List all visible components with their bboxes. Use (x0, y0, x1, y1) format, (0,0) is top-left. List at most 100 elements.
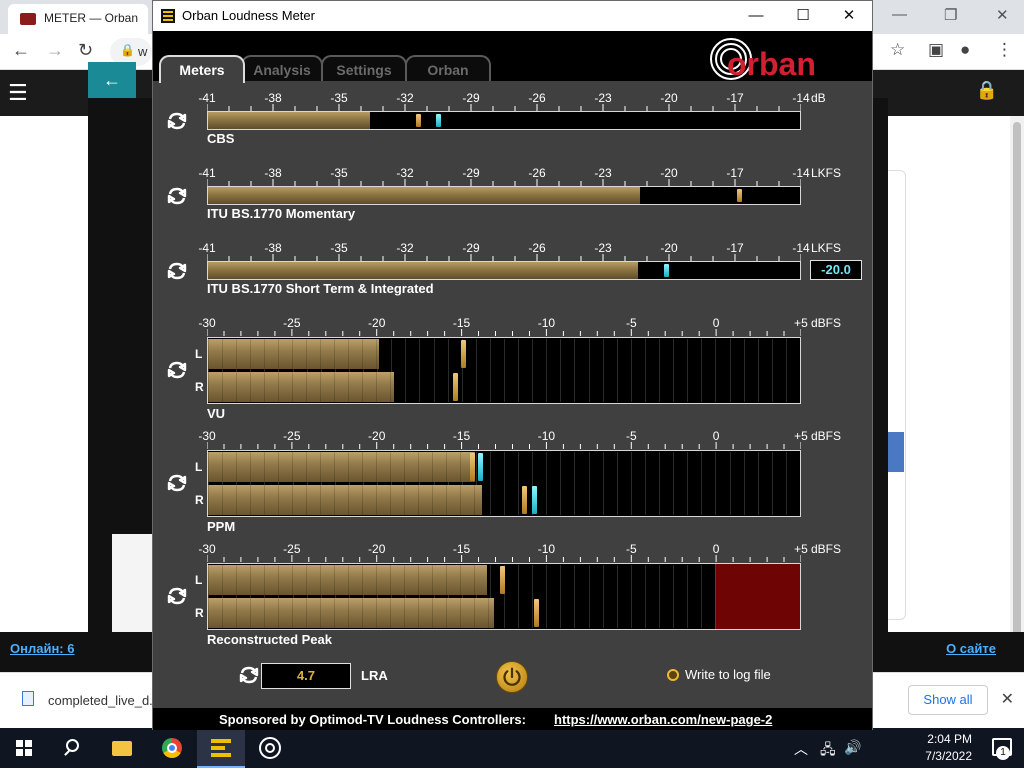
scale-tick-label: -23 (594, 241, 612, 255)
search-button[interactable] (48, 728, 96, 768)
peak-marker (736, 189, 742, 202)
page-scrollbar[interactable] (1010, 116, 1024, 672)
meter-unit: dB (811, 91, 826, 105)
hamburger-menu-icon[interactable]: ☰ (8, 80, 28, 106)
meter-unit: dBFS (811, 429, 842, 443)
left-channel-fill (208, 339, 379, 369)
scrollbar-thumb[interactable] (1013, 122, 1021, 652)
meter-reset-icon[interactable] (167, 111, 187, 131)
log-file-label[interactable]: Write to log file (685, 667, 771, 682)
scale-tick-label: -26 (528, 91, 546, 105)
right-channel-fill (208, 372, 395, 402)
meter-reset-icon[interactable] (167, 261, 187, 281)
peak-marker (461, 340, 467, 368)
scale-tick-label: -20 (368, 542, 386, 556)
stereo-meter-reset-icon[interactable] (167, 586, 187, 606)
file-explorer-taskbar-button[interactable] (98, 728, 146, 768)
maximize-button[interactable]: ☐ (780, 1, 826, 31)
tab-orban[interactable]: Orban (405, 55, 491, 81)
browser-menu-icon[interactable]: ⋮ (996, 40, 1013, 60)
meter-reset-icon[interactable] (167, 186, 187, 206)
orban-taskbar-button[interactable] (246, 728, 294, 768)
scale-tick-label: 0 (712, 429, 720, 443)
tab-meters[interactable]: Meters (159, 55, 245, 83)
about-link[interactable]: О сайте (946, 641, 996, 656)
sidepanel-icon[interactable]: ▣ (928, 40, 944, 60)
power-button[interactable] (496, 661, 528, 693)
browser-tab[interactable]: METER — Orban (8, 4, 148, 34)
scale-tick-label: -14 (792, 91, 810, 105)
scale-tick-label: +5 (794, 429, 808, 443)
peak-marker (416, 114, 422, 127)
window-titlebar[interactable]: Orban Loudness Meter — ☐ ✕ (153, 1, 872, 31)
tray-chevron-icon[interactable]: ︿ (794, 739, 808, 759)
loudness-meter-taskbar-button[interactable] (197, 728, 245, 768)
back-arrow-icon[interactable]: ← (12, 40, 30, 61)
clock-time[interactable]: 2:04 PM (927, 732, 972, 746)
meter-unit: dBFS (811, 316, 842, 330)
meter-unit: LKFS (811, 241, 842, 255)
peak-marker (534, 599, 540, 627)
browser-close-icon[interactable]: ✕ (996, 6, 1009, 24)
left-channel-label: L (195, 347, 203, 361)
browser-restore-icon[interactable]: ❐ (944, 6, 957, 24)
download-bar-close-icon[interactable]: ✕ (1001, 689, 1014, 709)
scale-tick-label: -30 (198, 316, 216, 330)
peak-marker (500, 566, 506, 594)
start-button[interactable] (0, 728, 48, 768)
volume-icon[interactable]: 🔊 (844, 739, 861, 756)
log-file-radio[interactable] (667, 669, 679, 681)
scale-tick-label: +5 (794, 316, 808, 330)
scale-tick-label: -26 (528, 166, 546, 180)
scale-tick-label: -26 (528, 241, 546, 255)
scale-tick-label: -15 (452, 429, 471, 443)
minimize-button[interactable]: — (733, 1, 779, 31)
lock-icon: 🔒 (120, 43, 135, 57)
stereo-meter-reset-icon[interactable] (167, 473, 187, 493)
meter-segment (800, 452, 801, 515)
meter-label: ITU BS.1770 Momentary (207, 206, 356, 221)
chrome-taskbar-button[interactable] (148, 728, 196, 768)
scale-tick-label: -32 (396, 91, 414, 105)
bookmark-star-icon[interactable]: ☆ (890, 40, 905, 60)
right-channel-fill (208, 485, 482, 515)
meter-bar-fill (208, 262, 638, 279)
meter-segment (800, 339, 801, 402)
scale-tick-label: -25 (283, 429, 301, 443)
forward-arrow-icon[interactable]: → (46, 40, 64, 61)
scale-ruler (207, 254, 801, 261)
network-icon[interactable]: 🖧 (820, 739, 836, 763)
sponsor-link[interactable]: https://www.orban.com/new-page-2 (554, 712, 772, 727)
profile-avatar-icon[interactable]: ● (960, 40, 970, 60)
clock-date[interactable]: 7/3/2022 (925, 749, 972, 763)
scale-tick-label: -30 (198, 542, 216, 556)
scale-tick-label: -10 (537, 316, 556, 330)
site-lock-icon[interactable]: 🔒 (976, 80, 998, 101)
meter-segment (800, 565, 801, 628)
logo-text: orban (727, 46, 816, 81)
stereo-meter-reset-icon[interactable] (167, 360, 187, 380)
online-count-link[interactable]: Онлайн: 6 (10, 641, 74, 656)
scale-tick-label: -25 (283, 316, 301, 330)
meters-panel: -41 -38 -35 -32 -29 -26 -23 -20 -17 -14 dB CBS -41 -3… (153, 81, 872, 708)
tab-analysis[interactable]: Analysis (241, 55, 323, 81)
left-channel-bar (208, 451, 800, 483)
peak-marker (532, 486, 538, 514)
lra-reset-icon[interactable] (239, 665, 259, 685)
browser-minimize-icon[interactable]: — (892, 6, 907, 23)
meter-label: VU (207, 406, 226, 421)
scale-tick-label: -23 (594, 91, 612, 105)
scale-tick-label: -32 (396, 166, 414, 180)
meter-label: ITU BS.1770 Short Term & Integrated (207, 281, 434, 296)
show-all-button[interactable]: Show all (908, 685, 988, 715)
close-button[interactable]: ✕ (826, 1, 872, 31)
tab-settings[interactable]: Settings (321, 55, 407, 81)
download-filename[interactable]: completed_live_d... (48, 693, 160, 708)
folder-icon (112, 741, 132, 756)
scale-tick-label: -17 (726, 91, 744, 105)
scale-tick-label: -29 (462, 241, 480, 255)
reload-icon[interactable]: ↻ (78, 40, 93, 61)
site-back-button[interactable]: ← (88, 62, 136, 98)
address-text: w (138, 44, 148, 59)
site-blue-button[interactable] (888, 432, 904, 472)
